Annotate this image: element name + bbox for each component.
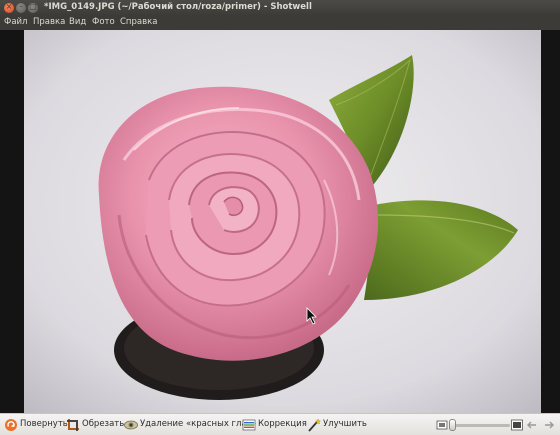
title-bar: × – □ *IMG_0149.JPG (~/Рабочий стол/roza…: [0, 0, 560, 16]
adjust-label: Коррекция: [258, 419, 307, 429]
maximize-icon: □: [29, 2, 37, 11]
enhance-label: Улучшить: [323, 419, 367, 429]
crop-label: Обрезать: [82, 419, 125, 429]
crop-icon: [67, 419, 79, 431]
rotate-button[interactable]: Повернуть: [4, 417, 68, 433]
photo-image[interactable]: [24, 30, 541, 413]
close-icon: ×: [5, 2, 13, 11]
enhance-button[interactable]: Улучшить: [307, 417, 367, 433]
maximize-window-button[interactable]: □: [28, 2, 38, 13]
menu-view[interactable]: Вид: [69, 17, 86, 27]
menu-file[interactable]: Файл: [4, 17, 27, 27]
zoom-slider-handle[interactable]: [449, 419, 456, 431]
close-window-button[interactable]: ×: [4, 2, 14, 13]
redeye-button[interactable]: Удаление «красных глаз»: [124, 417, 256, 433]
crop-button[interactable]: Обрезать: [66, 417, 125, 433]
enhance-icon: [308, 418, 321, 432]
zoom-out-icon[interactable]: [436, 419, 448, 431]
menu-help[interactable]: Справка: [120, 17, 157, 27]
next-arrow-icon[interactable]: [543, 419, 555, 431]
menu-bar: Файл Правка Вид Фото Справка: [0, 16, 560, 30]
minimize-icon: –: [19, 2, 23, 11]
menu-photo[interactable]: Фото: [92, 17, 115, 27]
previous-arrow-icon[interactable]: [526, 419, 538, 431]
adjust-button[interactable]: Коррекция: [242, 417, 307, 433]
redeye-icon: [124, 420, 138, 430]
rotate-label: Повернуть: [20, 419, 68, 429]
redeye-label: Удаление «красных глаз»: [140, 419, 257, 429]
viewport-right-margin: [541, 30, 560, 413]
rotate-icon: [5, 419, 17, 431]
editing-toolbar: Повернуть Обрезать Удаление «красных гла…: [0, 413, 560, 435]
viewport-left-margin: [0, 30, 24, 413]
shotwell-window: × – □ *IMG_0149.JPG (~/Рабочий стол/roza…: [0, 0, 560, 435]
adjust-icon: [242, 419, 256, 431]
menu-edit[interactable]: Правка: [33, 17, 65, 27]
minimize-window-button[interactable]: –: [16, 2, 26, 13]
photo-viewport[interactable]: [0, 30, 560, 413]
zoom-in-icon[interactable]: [511, 419, 523, 431]
window-title: *IMG_0149.JPG (~/Рабочий стол/roza/prime…: [44, 2, 312, 12]
zoom-slider-track[interactable]: [452, 424, 510, 427]
